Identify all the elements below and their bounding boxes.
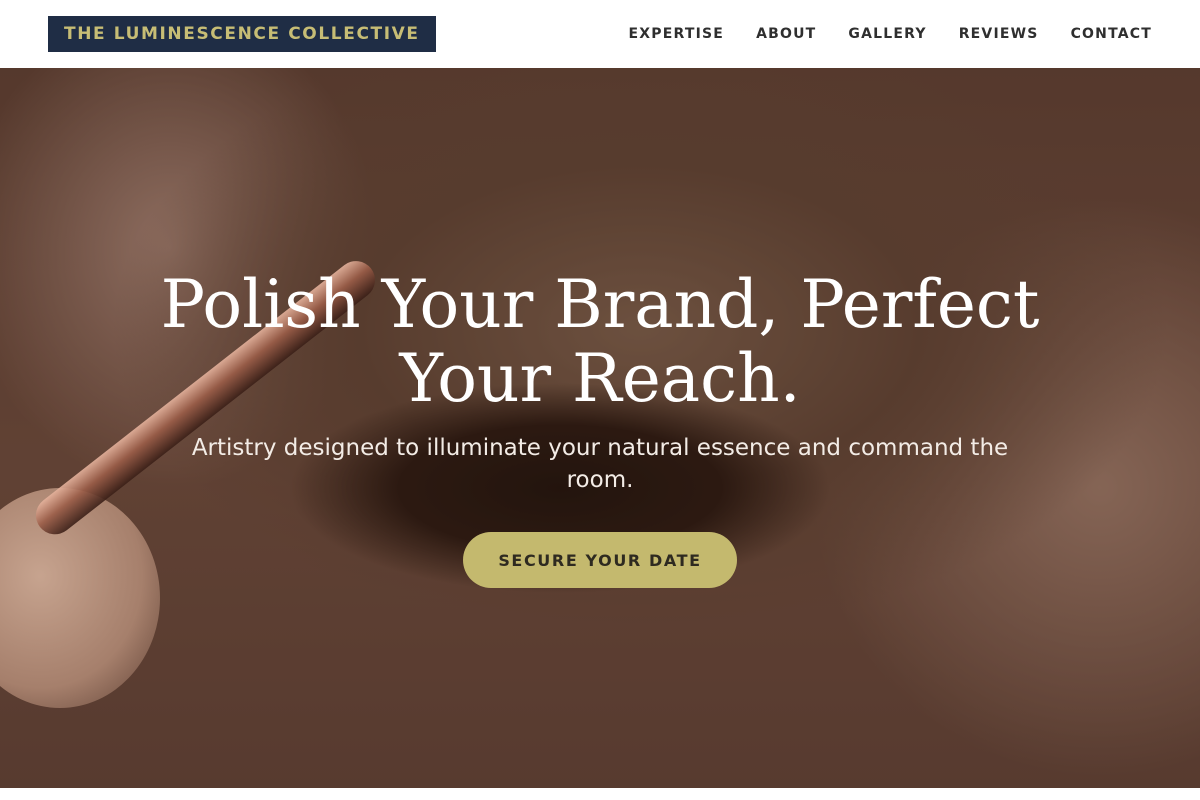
hero-subheadline: Artistry designed to illuminate your nat… — [191, 435, 1009, 493]
nav-link-reviews[interactable]: REVIEWS — [959, 26, 1039, 42]
top-navigation: THE LUMINESCENCE COLLECTIVE EXPERTISE AB… — [0, 0, 1200, 68]
nav-link-expertise[interactable]: EXPERTISE — [629, 26, 725, 42]
secure-your-date-button[interactable]: SECURE YOUR DATE — [463, 532, 737, 588]
nav-link-about[interactable]: ABOUT — [756, 26, 816, 42]
nav-link-contact[interactable]: CONTACT — [1071, 26, 1152, 42]
brand-logo[interactable]: THE LUMINESCENCE COLLECTIVE — [48, 16, 436, 52]
nav-link-gallery[interactable]: GALLERY — [848, 26, 926, 42]
hero-headline: Polish Your Brand, Perfect Your Reach. — [160, 266, 1040, 417]
hero-content: Polish Your Brand, Perfect Your Reach. A… — [0, 68, 1200, 588]
main-menu: EXPERTISE ABOUT GALLERY REVIEWS CONTACT — [597, 26, 1152, 42]
